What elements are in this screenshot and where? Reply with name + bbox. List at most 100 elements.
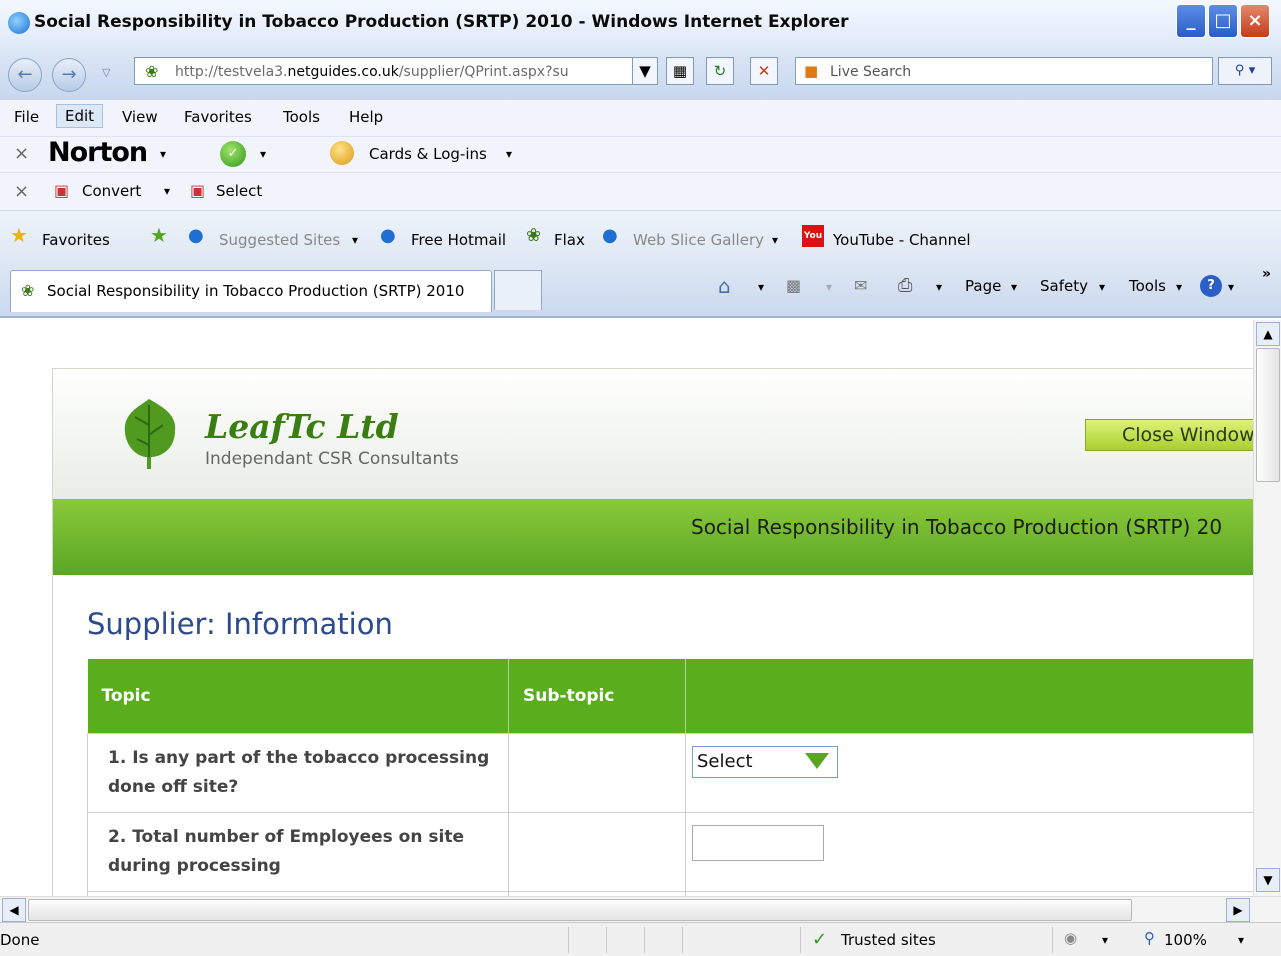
safety-menu[interactable]: Safety — [1040, 277, 1088, 295]
zoom-level[interactable]: 100% — [1164, 931, 1207, 949]
select-arrow-icon — [805, 752, 829, 769]
favorites-button[interactable]: Favorites — [42, 231, 110, 249]
status-bar: Done ✓ Trusted sites ◉ ▾ ⚲ 100% ▾ — [0, 922, 1281, 956]
home-dropdown-icon[interactable]: ▾ — [758, 280, 764, 294]
subtopic-cell — [508, 732, 686, 813]
scroll-up-icon[interactable]: ▲ — [1256, 322, 1280, 346]
protected-mode-icon[interactable]: ◉ — [1064, 929, 1077, 947]
banner-title: Social Responsibility in Tobacco Product… — [691, 515, 1223, 539]
tools-menu[interactable]: Tools — [1129, 277, 1166, 295]
question-text: Is any part of the tobacco processing do… — [108, 747, 490, 797]
vertical-scroll-thumb[interactable] — [1256, 348, 1280, 482]
horizontal-scrollbar[interactable]: ◀ ▶ — [0, 896, 1281, 922]
forward-button[interactable]: → — [52, 58, 86, 92]
minimize-button[interactable]: _ — [1176, 4, 1206, 38]
ie-icon: ● — [188, 225, 204, 246]
question-number: 2. — [108, 826, 127, 847]
fav-suggested-sites[interactable]: Suggested Sites — [219, 231, 340, 249]
menu-view[interactable]: View — [122, 108, 158, 126]
table-row: 2. Total number of Employees on site dur… — [87, 811, 1253, 892]
new-tab-button[interactable] — [494, 270, 542, 310]
hotmail-ie-icon: ● — [380, 225, 396, 246]
scroll-right-icon[interactable]: ▶ — [1226, 898, 1250, 922]
print-dropdown-icon[interactable]: ▾ — [936, 280, 942, 294]
suggested-dropdown-icon[interactable]: ▾ — [352, 233, 358, 247]
topic-cell: 2. Total number of Employees on site dur… — [87, 811, 509, 892]
home-icon[interactable]: ⌂ — [718, 274, 731, 298]
norton-status-icon[interactable]: ✓ — [220, 141, 246, 167]
compatibility-icon[interactable]: ▦ — [666, 57, 694, 85]
menu-tools[interactable]: Tools — [283, 108, 320, 126]
answer-cell: Select — [685, 732, 1253, 813]
lock-icon — [330, 141, 354, 165]
menu-help[interactable]: Help — [349, 108, 383, 126]
fav-flax[interactable]: Flax — [554, 231, 585, 249]
webslice-ie-icon: ● — [602, 225, 618, 246]
maximize-button[interactable]: □ — [1208, 4, 1238, 38]
menu-file[interactable]: File — [14, 108, 39, 126]
menu-edit[interactable]: Edit — [56, 104, 104, 128]
fav-web-slice-gallery[interactable]: Web Slice Gallery — [633, 231, 764, 249]
employees-input[interactable] — [692, 824, 824, 861]
status-dropdown-icon[interactable]: ▾ — [260, 147, 266, 161]
add-favorite-icon[interactable]: ★ — [150, 223, 168, 247]
page-header: LeafTc Ltd Independant CSR Consultants C… — [53, 369, 1253, 499]
youtube-icon: You — [802, 225, 824, 247]
safety-dropdown-icon[interactable]: ▾ — [1099, 280, 1105, 294]
search-input[interactable]: ■ Live Search — [795, 57, 1213, 85]
header-topic: Topic — [87, 659, 509, 733]
convert-close-icon[interactable]: × — [14, 181, 29, 202]
page-dropdown-icon[interactable]: ▾ — [1011, 280, 1017, 294]
recent-pages-icon[interactable]: ▽ — [102, 66, 110, 79]
close-window-button[interactable]: Close Window — [1085, 419, 1253, 451]
zoom-icon[interactable]: ⚲ — [1144, 929, 1155, 947]
vertical-scrollbar[interactable]: ▲ ▼ — [1253, 320, 1281, 896]
cards-dropdown-icon[interactable]: ▾ — [506, 147, 512, 161]
refresh-icon[interactable]: ↻ — [706, 57, 734, 85]
feeds-dropdown-icon[interactable]: ▾ — [826, 280, 832, 294]
select-button[interactable]: Select — [216, 182, 262, 200]
fav-free-hotmail[interactable]: Free Hotmail — [411, 231, 506, 249]
offsite-select[interactable]: Select — [692, 745, 838, 778]
status-divider — [644, 927, 645, 953]
feeds-icon[interactable]: ▩ — [786, 276, 801, 295]
norton-dropdown-icon[interactable]: ▾ — [160, 147, 166, 161]
webslice-dropdown-icon[interactable]: ▾ — [772, 233, 778, 247]
chevron-more-icon[interactable]: » — [1262, 266, 1271, 282]
close-button[interactable]: × — [1240, 4, 1270, 38]
scroll-left-icon[interactable]: ◀ — [2, 898, 26, 922]
address-dropdown-button[interactable]: ▼ — [632, 57, 658, 85]
horizontal-scroll-thumb[interactable] — [28, 899, 1132, 921]
status-divider — [568, 927, 569, 953]
convert-toolbar: × ▣ Convert ▾ ▣ Select — [0, 172, 1281, 210]
protected-dropdown-icon[interactable]: ▾ — [1102, 933, 1108, 947]
help-dropdown-icon[interactable]: ▾ — [1228, 280, 1234, 294]
brand-tagline: Independant CSR Consultants — [205, 449, 459, 469]
security-zone[interactable]: Trusted sites — [841, 931, 936, 949]
convert-dropdown-icon[interactable]: ▾ — [164, 184, 170, 198]
scroll-down-icon[interactable]: ▼ — [1256, 868, 1280, 892]
fav-youtube-channel[interactable]: YouTube - Channel — [833, 231, 971, 249]
stop-icon[interactable]: ✕ — [750, 57, 778, 85]
tab-active[interactable]: ❀ Social Responsibility in Tobacco Produ… — [10, 270, 492, 312]
norton-close-icon[interactable]: × — [14, 143, 29, 164]
address-field[interactable]: ❀ http://testvela3.netguides.co.uk/suppl… — [134, 57, 658, 85]
convert-button[interactable]: Convert — [82, 182, 141, 200]
address-toolbar: ← → ▽ ❀ http://testvela3.netguides.co.uk… — [0, 48, 1281, 100]
favorites-bar: ★ Favorites ★ ● Suggested Sites ▾ ● Free… — [0, 210, 1281, 260]
menu-bar: File Edit View Favorites Tools Help — [0, 100, 1281, 136]
menu-favorites[interactable]: Favorites — [184, 108, 252, 126]
back-button[interactable]: ← — [8, 58, 42, 92]
help-icon[interactable]: ? — [1200, 275, 1222, 297]
cards-logins-button[interactable]: Cards & Log-ins — [369, 145, 487, 163]
status-text: Done — [0, 931, 40, 949]
page-menu[interactable]: Page — [965, 277, 1001, 295]
window-title: Social Responsibility in Tobacco Product… — [34, 12, 849, 32]
norton-brand[interactable]: Norton — [48, 137, 148, 168]
print-icon[interactable]: ⎙ — [898, 275, 912, 296]
tools-dropdown-icon[interactable]: ▾ — [1176, 280, 1182, 294]
favorites-star-icon: ★ — [10, 223, 28, 247]
mail-icon[interactable]: ✉ — [854, 276, 867, 295]
zoom-dropdown-icon[interactable]: ▾ — [1238, 933, 1244, 947]
search-button[interactable]: ⚲ ▾ — [1218, 57, 1272, 85]
